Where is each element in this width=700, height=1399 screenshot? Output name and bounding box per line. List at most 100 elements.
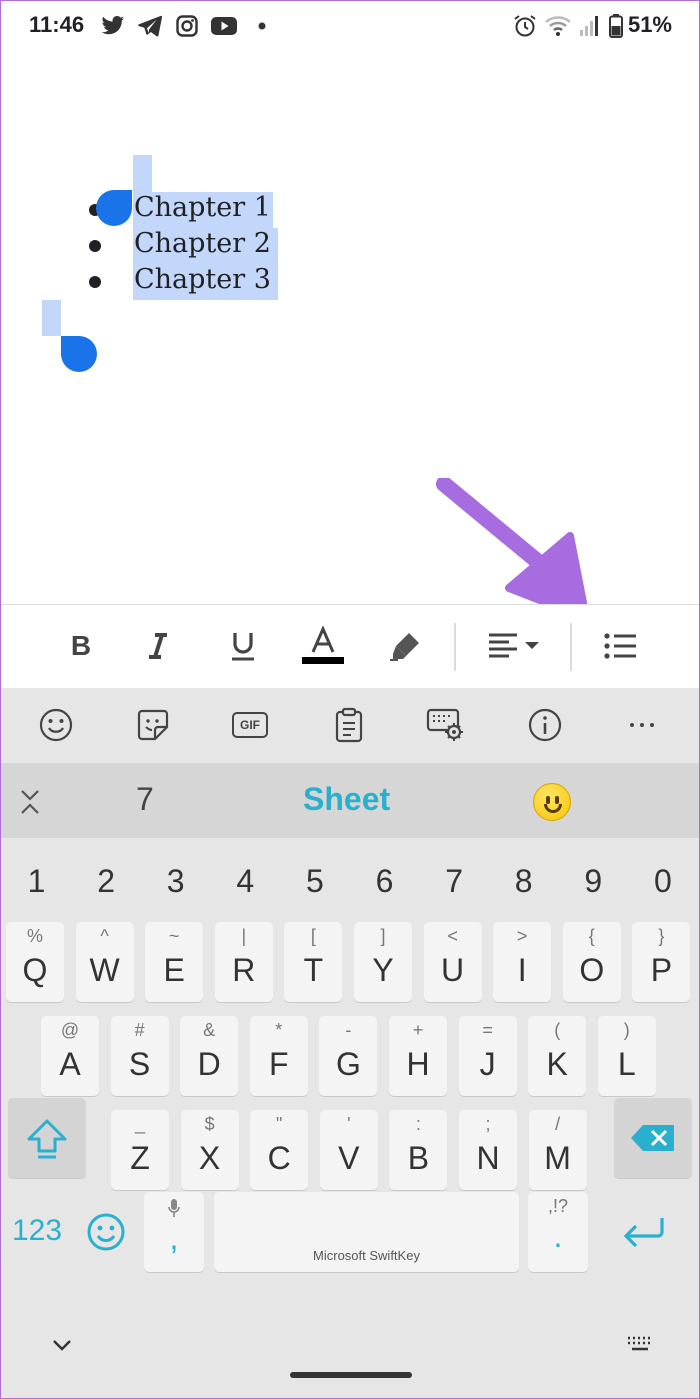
align-button[interactable] bbox=[486, 623, 546, 669]
smiley-emoji-icon[interactable] bbox=[533, 783, 571, 821]
number-key[interactable]: 8 bbox=[489, 838, 558, 924]
backspace-key[interactable] bbox=[614, 1098, 692, 1178]
alarm-icon bbox=[512, 13, 538, 39]
list-item[interactable]: Chapter 3 bbox=[134, 262, 271, 298]
emoji-button[interactable] bbox=[36, 705, 76, 745]
numbers-key[interactable]: 123 bbox=[8, 1192, 66, 1272]
key-y[interactable]: ] Y bbox=[354, 922, 412, 1002]
clipboard-button[interactable] bbox=[329, 705, 369, 745]
key-i[interactable]: > I bbox=[493, 922, 552, 1002]
key-secondary-label: { bbox=[588, 926, 595, 946]
bulleted-list-button[interactable] bbox=[597, 623, 643, 669]
text-color-icon bbox=[302, 626, 344, 664]
toolbar-divider bbox=[454, 623, 456, 671]
key-e[interactable]: ~ E bbox=[145, 922, 204, 1002]
key-x[interactable]: $ X bbox=[180, 1110, 239, 1190]
key-label: D bbox=[197, 1046, 221, 1082]
key-label: V bbox=[338, 1140, 360, 1176]
hide-keyboard-icon[interactable] bbox=[52, 1339, 72, 1351]
key-m[interactable]: / M bbox=[528, 1110, 587, 1190]
gif-button[interactable]: GIF bbox=[230, 705, 270, 745]
key-secondary-label: + bbox=[412, 1020, 424, 1040]
key-k[interactable]: (K bbox=[528, 1016, 587, 1096]
enter-icon bbox=[623, 1218, 664, 1248]
keyboard-switch-icon[interactable] bbox=[626, 1336, 654, 1354]
key-q[interactable]: % Q bbox=[6, 922, 64, 1002]
period-key[interactable]: ,!? . bbox=[528, 1192, 588, 1272]
key-b[interactable]: :B bbox=[389, 1110, 448, 1190]
list-item[interactable]: Chapter 2 bbox=[134, 226, 271, 262]
number-key[interactable]: 9 bbox=[559, 838, 628, 924]
enter-key[interactable] bbox=[600, 1192, 690, 1272]
suggestion-bar: 7 Sheet bbox=[0, 763, 700, 838]
status-bar: 11:46 51% bbox=[0, 0, 700, 50]
key-label: H bbox=[406, 1046, 430, 1082]
number-key[interactable]: 6 bbox=[350, 838, 419, 924]
number-key[interactable]: 4 bbox=[211, 838, 280, 924]
key-t[interactable]: [T bbox=[284, 922, 343, 1002]
bold-button[interactable]: B bbox=[58, 623, 104, 669]
document-body[interactable]: Chapter 1 Chapter 2 Chapter 3 bbox=[0, 50, 700, 622]
emoji-icon bbox=[39, 708, 73, 742]
underline-button[interactable] bbox=[220, 623, 266, 669]
selection-end-handle[interactable] bbox=[61, 336, 97, 372]
more-button[interactable] bbox=[622, 705, 662, 745]
emoji-key[interactable] bbox=[76, 1192, 136, 1272]
period-label: . bbox=[553, 1218, 563, 1254]
home-gesture-bar[interactable] bbox=[290, 1372, 412, 1378]
key-j[interactable]: = J bbox=[458, 1016, 517, 1096]
text-color-button[interactable] bbox=[300, 623, 346, 669]
numbers-key-label: 123 bbox=[11, 1214, 63, 1247]
space-key[interactable]: Microsoft SwiftKey bbox=[214, 1192, 519, 1272]
key-label: B bbox=[407, 1140, 430, 1176]
sticker-button[interactable] bbox=[133, 705, 173, 745]
microphone-icon bbox=[168, 1199, 180, 1217]
italic-button[interactable] bbox=[135, 623, 181, 669]
key-s[interactable]: # S bbox=[110, 1016, 169, 1096]
number-key[interactable]: 1 bbox=[2, 838, 71, 924]
number-key[interactable]: 7 bbox=[420, 838, 489, 924]
key-p[interactable]: } P bbox=[632, 922, 691, 1002]
key-o[interactable]: {O bbox=[562, 922, 621, 1002]
key-secondary-label: - bbox=[345, 1020, 352, 1040]
suggestion-left[interactable]: 7 bbox=[136, 781, 154, 818]
key-v[interactable]: ' V bbox=[319, 1110, 378, 1190]
key-c[interactable]: " C bbox=[250, 1110, 309, 1190]
key-secondary-label: @ bbox=[60, 1020, 80, 1040]
number-key[interactable]: 3 bbox=[141, 838, 210, 924]
key-secondary-label: ] bbox=[380, 926, 386, 946]
key-h[interactable]: + H bbox=[389, 1016, 447, 1096]
collapse-icon[interactable] bbox=[18, 787, 42, 817]
twitter-icon bbox=[100, 13, 126, 39]
shift-key[interactable] bbox=[8, 1098, 86, 1178]
keyboard-settings-button[interactable] bbox=[426, 705, 466, 745]
number-key[interactable]: 2 bbox=[72, 838, 141, 924]
key-w[interactable]: ^ W bbox=[75, 922, 134, 1002]
key-l[interactable]: ) L bbox=[597, 1016, 656, 1096]
key-r[interactable]: | R bbox=[214, 922, 273, 1002]
highlight-button[interactable] bbox=[383, 623, 429, 669]
number-key[interactable]: 0 bbox=[628, 838, 697, 924]
key-n[interactable]: ; N bbox=[459, 1110, 517, 1190]
key-a[interactable]: @ A bbox=[41, 1016, 99, 1096]
instagram-icon bbox=[174, 13, 200, 39]
key-g[interactable]: -G bbox=[319, 1016, 378, 1096]
list-item[interactable]: Chapter 1 bbox=[134, 190, 271, 226]
key-secondary-label: " bbox=[275, 1114, 283, 1134]
suggestion-center[interactable]: Sheet bbox=[303, 781, 390, 818]
key-label: K bbox=[546, 1046, 568, 1082]
list-bullet bbox=[89, 276, 101, 288]
key-label: F bbox=[269, 1046, 289, 1082]
number-key[interactable]: 5 bbox=[280, 838, 349, 924]
key-u[interactable]: < U bbox=[423, 922, 482, 1002]
info-button[interactable] bbox=[525, 705, 565, 745]
comma-key[interactable]: , bbox=[144, 1192, 204, 1272]
selection-start-handle[interactable] bbox=[96, 190, 132, 226]
align-left-icon bbox=[489, 633, 539, 658]
bold-icon: B bbox=[70, 630, 92, 661]
key-label: C bbox=[267, 1140, 291, 1176]
key-z[interactable]: _ Z bbox=[111, 1110, 169, 1190]
key-d[interactable]: & D bbox=[180, 1016, 239, 1096]
list-bullet bbox=[89, 240, 101, 252]
key-f[interactable]: * F bbox=[249, 1016, 308, 1096]
